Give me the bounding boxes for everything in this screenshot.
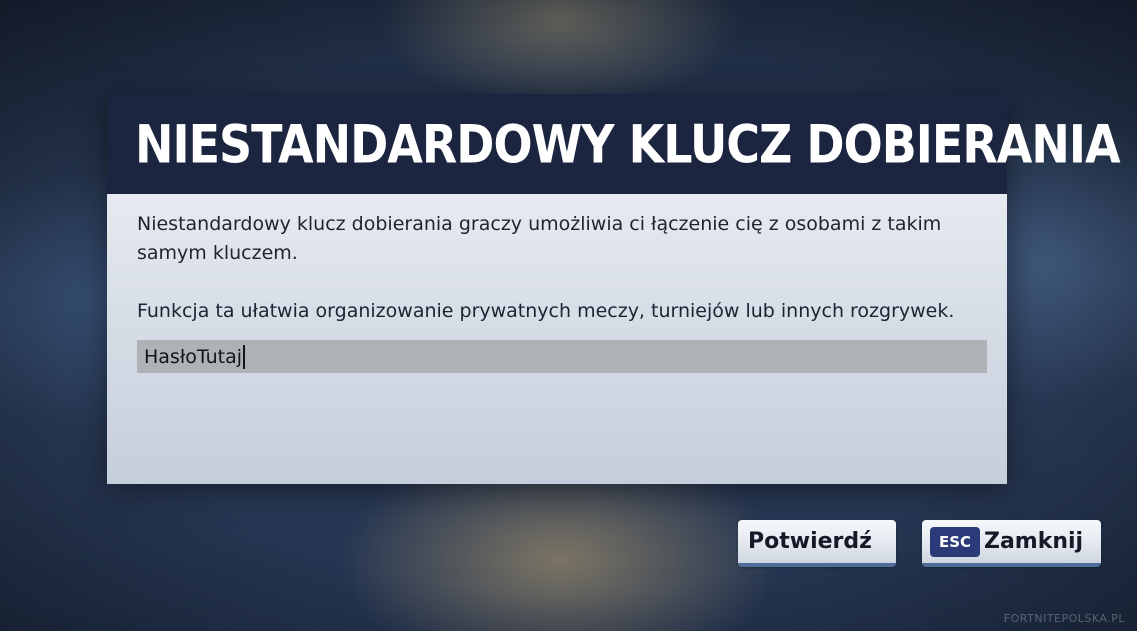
dialog-title: NIESTANDARDOWY KLUCZ DOBIERANIA: [135, 112, 1121, 176]
dialog-description-secondary: Funkcja ta ułatwia organizowanie prywatn…: [137, 300, 955, 322]
matchmaking-key-value: HasłoTutaj: [144, 345, 242, 368]
esc-key-icon: ESC: [930, 526, 980, 557]
dialog-description: Niestandardowy klucz dobierania graczy u…: [137, 213, 942, 264]
custom-matchmaking-key-dialog: NIESTANDARDOWY KLUCZ DOBIERANIA Niestand…: [107, 94, 1121, 567]
text-caret: [243, 344, 245, 369]
matchmaking-key-input[interactable]: HasłoTutaj: [137, 340, 987, 373]
watermark: FORTNITEPOLSKA.PL: [1003, 612, 1125, 625]
confirm-button[interactable]: Potwierdź: [738, 520, 896, 567]
dialog-body: Niestandardowy klucz dobierania graczy u…: [107, 194, 1101, 567]
dialog-header: NIESTANDARDOWY KLUCZ DOBIERANIA: [107, 94, 1121, 194]
close-button[interactable]: ESC Zamknij: [922, 520, 1101, 567]
confirm-button-label: Potwierdź: [748, 529, 872, 554]
close-button-label: Zamknij: [984, 529, 1084, 554]
